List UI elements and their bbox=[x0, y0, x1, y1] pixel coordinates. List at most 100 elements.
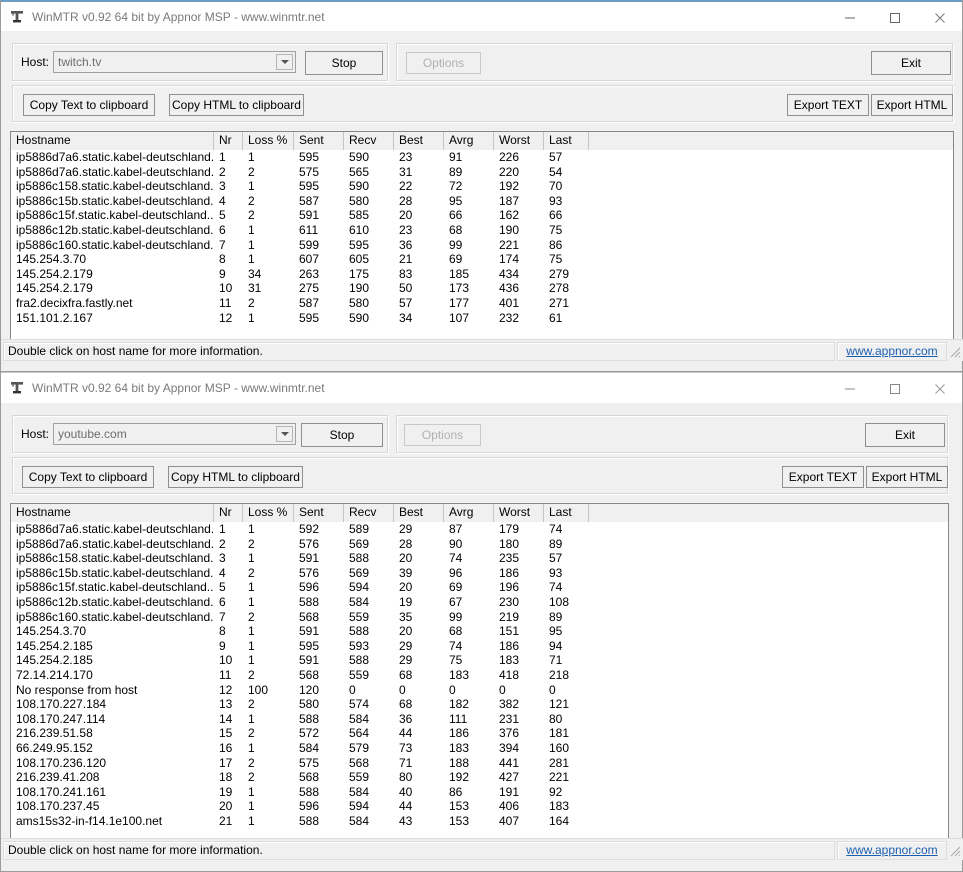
cell-avrg: 173 bbox=[449, 281, 470, 296]
table-row[interactable]: 108.170.237.45 20 1 596 594 44 153 406 183 bbox=[11, 799, 948, 814]
export-text-button[interactable]: Export TEXT bbox=[782, 466, 864, 488]
export-html-button[interactable]: Export HTML bbox=[871, 94, 953, 116]
cell-worst: 382 bbox=[499, 697, 520, 712]
table-row[interactable]: ip5886d7a6.static.kabel-deutschland... 2 2… bbox=[11, 537, 948, 552]
host-input[interactable]: youtube.com bbox=[53, 423, 296, 445]
table-row[interactable]: 216.239.41.208 18 2 568 559 80 192 427 221 bbox=[11, 770, 948, 785]
resize-grip[interactable] bbox=[947, 344, 963, 360]
maximize-icon[interactable] bbox=[872, 2, 917, 33]
column-header-sent[interactable]: Sent bbox=[294, 504, 344, 522]
copy-text-button[interactable]: Copy Text to clipboard bbox=[22, 466, 154, 488]
maximize-icon[interactable] bbox=[872, 373, 917, 404]
column-header-worst[interactable]: Worst bbox=[494, 132, 544, 150]
host-input[interactable]: twitch.tv bbox=[53, 51, 296, 73]
options-button[interactable]: Options bbox=[406, 52, 481, 74]
appnor-link[interactable]: www.appnor.com bbox=[846, 843, 937, 857]
cell-best: 44 bbox=[399, 726, 413, 741]
cell-best: 28 bbox=[399, 536, 413, 551]
minimize-icon[interactable] bbox=[827, 2, 872, 33]
table-row[interactable]: 145.254.2.185 10 1 591 588 29 75 183 71 bbox=[11, 653, 948, 668]
table-row[interactable]: 216.239.51.58 15 2 572 564 44 186 376 181 bbox=[11, 726, 948, 741]
column-header-hostname[interactable]: Hostname bbox=[11, 132, 214, 150]
column-header-avrg[interactable]: Avrg bbox=[444, 504, 494, 522]
column-header-last[interactable]: Last bbox=[544, 132, 589, 150]
host-input-value: youtube.com bbox=[58, 427, 127, 441]
exit-button[interactable]: Exit bbox=[871, 51, 951, 75]
options-button[interactable]: Options bbox=[404, 424, 481, 446]
column-header-recv[interactable]: Recv bbox=[344, 132, 394, 150]
resize-grip[interactable] bbox=[947, 843, 963, 859]
column-header-nr[interactable]: Nr bbox=[214, 504, 243, 522]
column-header-worst[interactable]: Worst bbox=[494, 504, 544, 522]
table-row[interactable]: 108.170.236.120 17 2 575 568 71 188 441 281 bbox=[11, 756, 948, 771]
export-text-button[interactable]: Export TEXT bbox=[787, 94, 869, 116]
column-header-hostname[interactable]: Hostname bbox=[11, 504, 214, 522]
table-row[interactable]: ip5886c15f.static.kabel-deutschland.... 5… bbox=[11, 580, 948, 595]
table-row[interactable]: ip5886c15b.static.kabel-deutschland... 4 2… bbox=[11, 194, 953, 209]
table-row[interactable]: ip5886c12b.static.kabel-deutschland... 6 1… bbox=[11, 595, 948, 610]
table-row[interactable]: ip5886c160.static.kabel-deutschland... 7 1… bbox=[11, 238, 953, 253]
table-row[interactable]: ip5886c15b.static.kabel-deutschland... 4 2… bbox=[11, 566, 948, 581]
cell-sent: 275 bbox=[299, 281, 320, 296]
close-icon[interactable] bbox=[917, 373, 962, 404]
table-row[interactable]: 145.254.3.70 8 1 607 605 21 69 174 75 bbox=[11, 252, 953, 267]
cell-avrg: 192 bbox=[449, 770, 470, 785]
table-row[interactable]: ip5886d7a6.static.kabel-deutschland... 2 2… bbox=[11, 165, 953, 180]
exit-button[interactable]: Exit bbox=[865, 423, 945, 447]
table-row[interactable]: 145.254.3.70 8 1 591 588 20 68 151 95 bbox=[11, 624, 948, 639]
hops-table[interactable]: Hostname Nr Loss % Sent Recv Best Avrg W… bbox=[10, 131, 954, 347]
column-header-best[interactable]: Best bbox=[394, 132, 444, 150]
cell-loss: 31 bbox=[248, 281, 262, 296]
table-row[interactable]: 108.170.241.161 19 1 588 584 40 86 191 92 bbox=[11, 785, 948, 800]
table-row[interactable]: 72.14.214.170 11 2 568 559 68 183 418 218 bbox=[11, 668, 948, 683]
column-header-avrg[interactable]: Avrg bbox=[444, 132, 494, 150]
table-row[interactable]: 108.170.227.184 13 2 580 574 68 182 382 121 bbox=[11, 697, 948, 712]
table-row[interactable]: ip5886d7a6.static.kabel-deutschland... 1 1… bbox=[11, 522, 948, 537]
column-header-loss[interactable]: Loss % bbox=[243, 132, 294, 150]
table-row[interactable]: 145.254.2.179 10 31 275 190 50 173 436 278 bbox=[11, 281, 953, 296]
cell-last: 74 bbox=[549, 580, 563, 595]
table-row[interactable]: ip5886c158.static.kabel-deutschland... 3 1… bbox=[11, 179, 953, 194]
table-row[interactable]: 108.170.247.114 14 1 588 584 36 111 231 80 bbox=[11, 712, 948, 727]
chevron-down-icon[interactable] bbox=[276, 426, 293, 442]
start-stop-button[interactable]: Stop bbox=[301, 423, 383, 447]
cell-worst: 187 bbox=[499, 193, 520, 208]
table-row[interactable]: 145.254.2.185 9 1 595 593 29 74 186 94 bbox=[11, 639, 948, 654]
chevron-down-icon[interactable] bbox=[276, 54, 293, 70]
table-row[interactable]: ip5886c12b.static.kabel-deutschland... 6 1… bbox=[11, 223, 953, 238]
table-row[interactable]: ip5886d7a6.static.kabel-deutschland... 1 1… bbox=[11, 150, 953, 165]
minimize-icon[interactable] bbox=[827, 373, 872, 404]
table-row[interactable]: 151.101.2.167 12 1 595 590 34 107 232 61 bbox=[11, 311, 953, 326]
copy-html-button[interactable]: Copy HTML to clipboard bbox=[168, 466, 303, 488]
status-message: Double click on host name for more infor… bbox=[3, 841, 835, 860]
table-row[interactable]: fra2.decixfra.fastly.net 11 2 587 580 57 177 40… bbox=[11, 296, 953, 311]
cell-last: 95 bbox=[549, 624, 563, 639]
cell-nr: 17 bbox=[219, 755, 233, 770]
table-row[interactable]: 66.249.95.152 16 1 584 579 73 183 394 160 bbox=[11, 741, 948, 756]
column-header-best[interactable]: Best bbox=[394, 504, 444, 522]
table-row[interactable]: 145.254.2.179 9 34 263 175 83 185 434 279 bbox=[11, 267, 953, 282]
export-html-button[interactable]: Export HTML bbox=[866, 466, 948, 488]
table-row[interactable]: No response from host 12 100 120 0 0 0 0 0 bbox=[11, 683, 948, 698]
cell-hostname: No response from host bbox=[16, 682, 138, 697]
hops-table[interactable]: Hostname Nr Loss % Sent Recv Best Avrg W… bbox=[10, 503, 949, 844]
table-row[interactable]: ip5886c160.static.kabel-deutschland... 7 2… bbox=[11, 610, 948, 625]
cell-last: 54 bbox=[549, 164, 563, 179]
table-row[interactable]: ams15s32-in-f14.1e100.net 21 1 588 584 43 153 4… bbox=[11, 814, 948, 829]
cell-recv: 175 bbox=[349, 266, 370, 281]
column-header-recv[interactable]: Recv bbox=[344, 504, 394, 522]
cell-last: 160 bbox=[549, 740, 570, 755]
column-header-last[interactable]: Last bbox=[544, 504, 589, 522]
cell-avrg: 183 bbox=[449, 667, 470, 682]
cell-last: 93 bbox=[549, 565, 563, 580]
copy-html-button[interactable]: Copy HTML to clipboard bbox=[169, 94, 304, 116]
column-header-sent[interactable]: Sent bbox=[294, 132, 344, 150]
column-header-loss[interactable]: Loss % bbox=[243, 504, 294, 522]
column-header-nr[interactable]: Nr bbox=[214, 132, 243, 150]
appnor-link[interactable]: www.appnor.com bbox=[846, 344, 937, 358]
copy-text-button[interactable]: Copy Text to clipboard bbox=[23, 94, 155, 116]
table-row[interactable]: ip5886c15f.static.kabel-deutschland.... 5… bbox=[11, 208, 953, 223]
close-icon[interactable] bbox=[917, 2, 962, 33]
start-stop-button[interactable]: Stop bbox=[305, 51, 383, 75]
table-row[interactable]: ip5886c158.static.kabel-deutschland... 3 1… bbox=[11, 551, 948, 566]
